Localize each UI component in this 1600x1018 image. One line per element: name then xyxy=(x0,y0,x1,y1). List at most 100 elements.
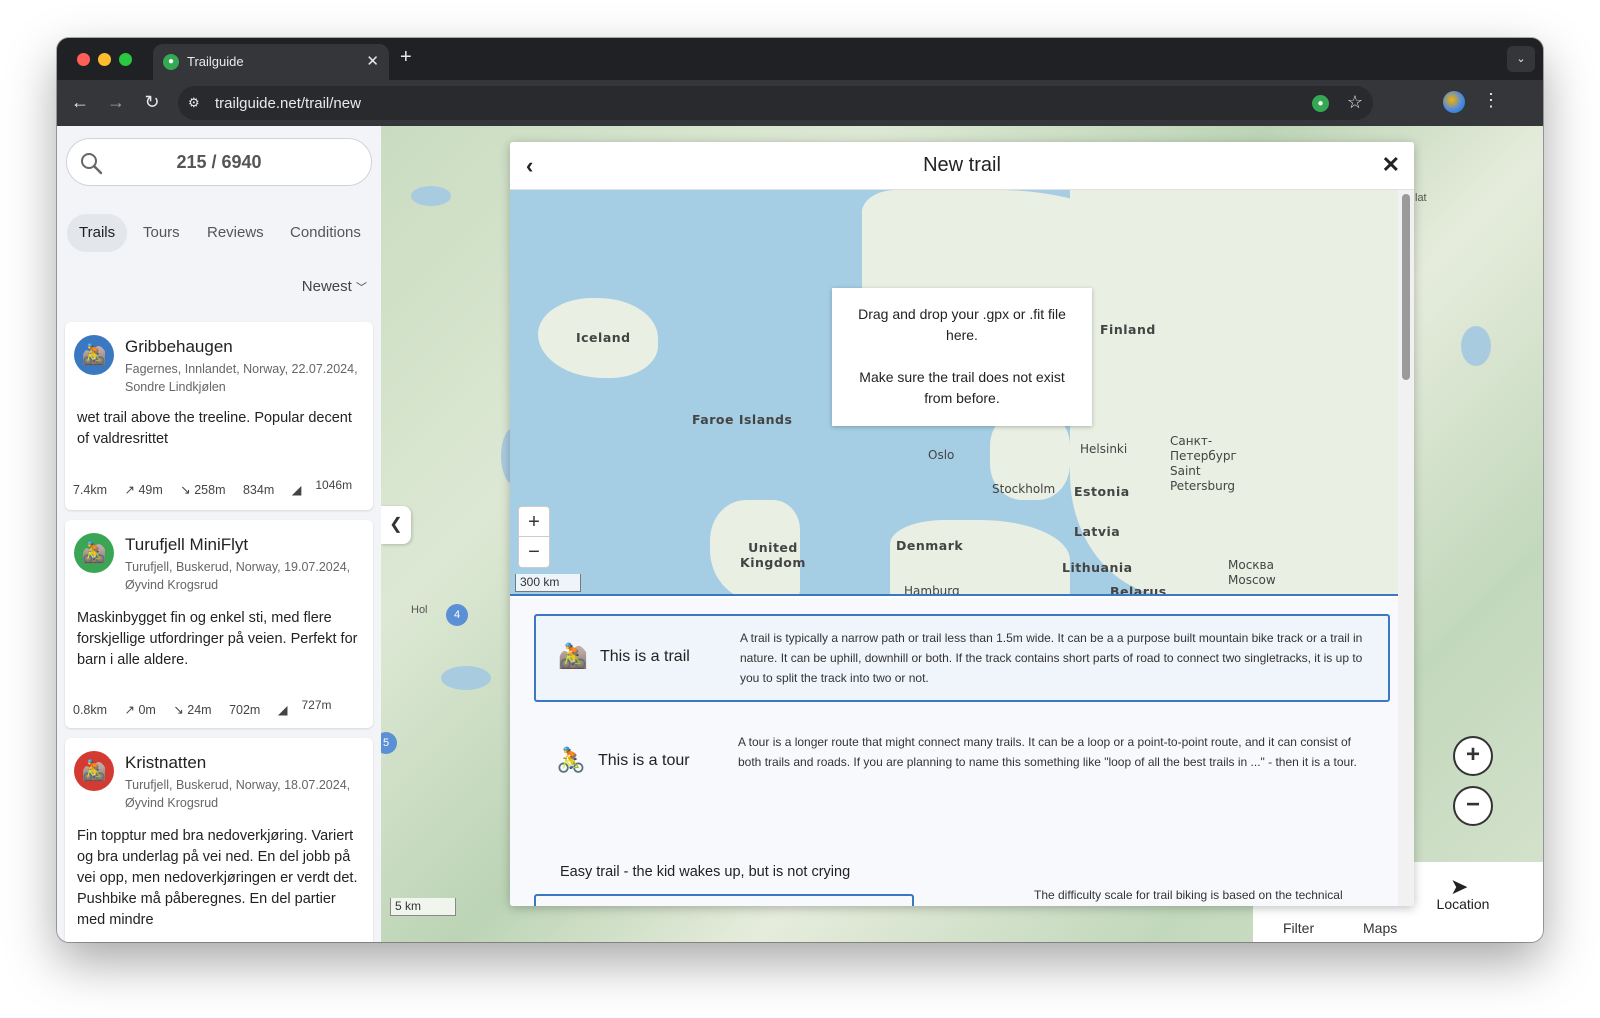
trail-title[interactable]: Kristnatten xyxy=(125,753,206,773)
address-bar[interactable]: ⚙ trailguide.net/trail/new ● ☆ xyxy=(178,86,1373,120)
back-arrow-icon[interactable]: ← xyxy=(69,92,91,113)
trail-type-section: 🚵 This is a trail A trail is typically a… xyxy=(510,598,1398,906)
difficulty-note: The difficulty scale for trail biking is… xyxy=(1034,888,1343,902)
drop-hint-line2: Make sure the trail does not exist from … xyxy=(859,369,1065,406)
tab-title: Trailguide xyxy=(187,54,244,69)
upload-map-zoom: + − xyxy=(518,506,550,568)
url-text[interactable]: trailguide.net/trail/new xyxy=(215,95,361,112)
option-trail[interactable]: 🚵 This is a trail A trail is typically a… xyxy=(534,614,1390,702)
tab-search-icon[interactable]: ⌄ xyxy=(1507,46,1535,72)
map-zoom-in-button[interactable]: + xyxy=(1453,736,1493,776)
map-label-stockholm: Stockholm xyxy=(992,482,1056,496)
browser-menu-icon[interactable]: ⋮ xyxy=(1482,90,1500,111)
trailguide-extension-icon[interactable]: ● xyxy=(1312,95,1329,112)
difficulty-select[interactable] xyxy=(534,894,914,906)
map-cluster-marker[interactable]: 4 xyxy=(446,604,468,626)
altitude-icon: ◢ xyxy=(291,483,302,498)
tab-trails[interactable]: Trails xyxy=(67,214,128,252)
map-label-finland: Finland xyxy=(1100,322,1156,337)
tab-reviews[interactable]: Reviews xyxy=(195,214,276,252)
map-zoom-out-button[interactable]: − xyxy=(1453,786,1493,826)
map-label-oslo: Oslo xyxy=(928,448,955,462)
map-scale: 5 km xyxy=(390,898,456,916)
tab-bar: ● Trailguide ✕ + ⌄ xyxy=(57,38,1543,80)
min-altitude: 834m xyxy=(242,483,275,498)
forward-arrow-icon[interactable]: → xyxy=(105,92,127,113)
minimize-window-button[interactable] xyxy=(98,53,111,66)
sort-dropdown[interactable]: Newest ﹀ xyxy=(302,278,367,295)
chevron-down-icon: ﹀ xyxy=(356,282,367,294)
collapse-sidebar-button[interactable]: ❮ xyxy=(381,506,411,544)
search-result-count: 215 / 6940 xyxy=(176,152,262,172)
new-tab-button[interactable]: + xyxy=(400,46,412,69)
map-label-lithuania: Lithuania xyxy=(1062,560,1133,575)
tab-conditions[interactable]: Conditions xyxy=(278,214,373,252)
reload-icon[interactable]: ↻ xyxy=(141,92,163,113)
mountain-bike-icon: 🚵 xyxy=(74,533,114,573)
scrollbar-thumb[interactable] xyxy=(1402,194,1410,380)
close-icon[interactable]: ✕ xyxy=(1382,152,1400,178)
descent-stat: ↘ 24m xyxy=(173,703,212,718)
map-label-uk: United Kingdom xyxy=(740,540,806,570)
trail-title[interactable]: Gribbehaugen xyxy=(125,337,233,357)
trail-stats: 7.4km ↗ 49m ↘ 258m 834m ◢ 1046m xyxy=(73,478,366,497)
trail-card[interactable]: 🚵 Turufjell MiniFlyt Turufjell, Buskerud… xyxy=(65,520,373,728)
drop-hint-line1: Drag and drop your .gpx or .fit file her… xyxy=(858,306,1066,343)
maps-button[interactable]: Maps xyxy=(1363,920,1397,936)
browser-toolbar: ← → ↻ ⚙ trailguide.net/trail/new ● ☆ ⋮ xyxy=(57,80,1543,126)
drop-file-hint: Drag and drop your .gpx or .fit file her… xyxy=(832,288,1092,426)
map-place-lat: lat xyxy=(1415,192,1427,204)
trail-title[interactable]: Turufjell MiniFlyt xyxy=(125,535,248,555)
zoom-out-button[interactable]: − xyxy=(519,537,549,567)
bookmark-star-icon[interactable]: ☆ xyxy=(1347,92,1363,113)
trail-meta: Fagernes, Innlandet, Norway, 22.07.2024,… xyxy=(125,362,358,394)
profile-avatar-icon[interactable] xyxy=(1443,91,1465,113)
distance-stat: 0.8km xyxy=(73,703,108,718)
option-tour-description: A tour is a longer route that might conn… xyxy=(738,735,1357,769)
trail-stats: 0.8km ↗ 0m ↘ 24m 702m ◢ 727m xyxy=(73,698,346,717)
mountain-bike-icon: 🚵 xyxy=(558,643,588,670)
trail-description: Fin topptur med bra nedoverkjøring. Vari… xyxy=(77,828,358,928)
mountain-bike-icon: 🚵 xyxy=(74,335,114,375)
altitude-stat: 834m ◢ 1046m xyxy=(242,478,352,498)
climb-stat: ↗ 49m xyxy=(124,483,163,498)
browser-tab[interactable]: ● Trailguide ✕ xyxy=(153,44,389,80)
trail-description: Maskinbygget fin og enkel sti, med flere… xyxy=(77,610,358,668)
trail-card[interactable]: 🚵 Gribbehaugen Fagernes, Innlandet, Norw… xyxy=(65,322,373,510)
bicycle-icon: 🚴 xyxy=(556,747,586,774)
dialog-scrollbar[interactable] xyxy=(1398,190,1414,906)
trail-list-sidebar: 215 / 6940 Trails Tours Reviews Conditio… xyxy=(57,126,381,942)
climb-stat: ↗ 0m xyxy=(124,703,156,718)
distance-stat: 7.4km xyxy=(73,483,108,498)
dialog-title: New trail xyxy=(923,154,1001,176)
map-label-hamburg: Hamburg xyxy=(904,584,960,596)
close-window-button[interactable] xyxy=(77,53,90,66)
tab-tours[interactable]: Tours xyxy=(131,214,192,252)
upload-map-scale: 300 km xyxy=(515,574,581,592)
option-tour-label: This is a tour xyxy=(598,752,690,769)
map-label-denmark: Denmark xyxy=(896,538,964,553)
option-tour[interactable]: 🚴 This is a tour A tour is a longer rout… xyxy=(534,720,1390,808)
dialog-header: ‹ New trail ✕ xyxy=(510,142,1414,190)
new-trail-dialog: ‹ New trail ✕ Iceland Faroe Islands Finl… xyxy=(510,142,1414,906)
tab-close-icon[interactable]: ✕ xyxy=(366,52,379,70)
trail-meta: Turufjell, Buskerud, Norway, 18.07.2024,… xyxy=(125,778,351,810)
page-content: Hol lat 4 5 5 km ❮ + − Filter Maps ➤ Loc… xyxy=(57,126,1543,942)
map-label-estonia: Estonia xyxy=(1074,484,1130,499)
location-button-label[interactable]: Location xyxy=(1433,896,1493,912)
trail-card[interactable]: 🚵 Kristnatten Turufjell, Buskerud, Norwa… xyxy=(65,738,373,942)
upload-drop-map[interactable]: Iceland Faroe Islands Finland Helsinki O… xyxy=(510,190,1398,596)
filter-button[interactable]: Filter xyxy=(1283,920,1314,936)
browser-window: ● Trailguide ✕ + ⌄ ← → ↻ ⚙ trailguide.ne… xyxy=(57,38,1543,942)
descent-stat: ↘ 258m xyxy=(180,483,226,498)
maximize-window-button[interactable] xyxy=(119,53,132,66)
site-settings-icon[interactable]: ⚙ xyxy=(188,95,200,111)
search-input[interactable]: 215 / 6940 xyxy=(66,138,372,186)
option-trail-label: This is a trail xyxy=(600,648,690,665)
map-label-helsinki: Helsinki xyxy=(1080,442,1128,456)
min-altitude: 702m xyxy=(229,703,261,718)
map-label-moscow: Москва Moscow xyxy=(1228,558,1276,587)
option-trail-description: A trail is typically a narrow path or tr… xyxy=(740,631,1363,685)
altitude-icon: ◢ xyxy=(277,703,288,718)
zoom-in-button[interactable]: + xyxy=(519,507,549,537)
